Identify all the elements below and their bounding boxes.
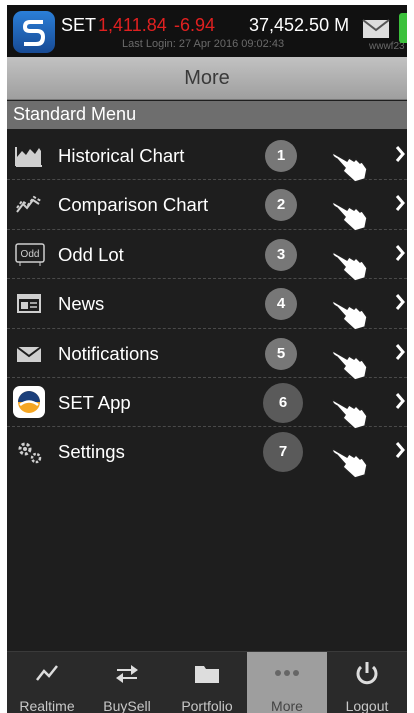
chevron-right-icon bbox=[395, 293, 405, 316]
more-dots-icon bbox=[273, 660, 301, 686]
nav-portfolio[interactable]: Portfolio bbox=[167, 652, 247, 713]
nav-label: Realtime bbox=[19, 698, 75, 713]
nav-buysell[interactable]: BuySell bbox=[87, 652, 167, 713]
standard-menu-list: Historical Chart 1 Comparison Chart 2 Od… bbox=[7, 131, 407, 480]
power-icon bbox=[353, 660, 381, 686]
menu-item-notifications[interactable]: Notifications 5 bbox=[7, 329, 407, 381]
nav-logout[interactable]: Logout bbox=[327, 652, 407, 713]
chevron-right-icon bbox=[395, 244, 405, 267]
nav-label: More bbox=[271, 698, 303, 713]
odd-lot-icon: Odd bbox=[15, 242, 45, 268]
menu-item-label: News bbox=[58, 293, 105, 315]
menu-item-label: Odd Lot bbox=[58, 243, 124, 265]
menu-item-label: Historical Chart bbox=[58, 145, 185, 166]
step-number-badge: 7 bbox=[263, 432, 303, 473]
user-id: wwwf23 bbox=[369, 41, 405, 52]
index-change: -6.94 bbox=[174, 15, 216, 35]
menu-item-label: Settings bbox=[58, 441, 125, 463]
nav-label: BuySell bbox=[103, 698, 151, 713]
menu-item-odd-lot[interactable]: Odd Odd Lot 3 bbox=[7, 230, 407, 282]
menu-item-settings[interactable]: Settings 7 bbox=[7, 427, 407, 480]
section-header: Standard Menu bbox=[7, 101, 407, 129]
folder-icon bbox=[193, 660, 221, 686]
menu-item-comparison-chart[interactable]: Comparison Chart 2 bbox=[7, 180, 407, 233]
page-title: More bbox=[184, 67, 230, 89]
chevron-right-icon bbox=[395, 145, 405, 168]
chevron-right-icon bbox=[395, 343, 405, 366]
step-number-badge: 6 bbox=[263, 382, 303, 423]
menu-item-label: Comparison Chart bbox=[58, 194, 209, 216]
nav-more[interactable]: More bbox=[247, 652, 327, 713]
swap-arrows-icon bbox=[113, 660, 141, 686]
chevron-right-icon bbox=[395, 194, 405, 217]
step-number-badge: 1 bbox=[265, 140, 297, 172]
market-status-bar: SET 1,411.84 -6.94 37,452.50 M Last Logi… bbox=[7, 5, 407, 57]
chevron-right-icon bbox=[395, 441, 405, 464]
app-screen: SET 1,411.84 -6.94 37,452.50 M Last Logi… bbox=[7, 5, 407, 713]
step-number-badge: 5 bbox=[265, 337, 297, 370]
bottom-nav: Realtime BuySell Portfolio More Logout bbox=[7, 651, 407, 713]
index-value: 1,411.84 bbox=[98, 15, 167, 35]
step-number-badge: 3 bbox=[265, 238, 297, 271]
envelope-icon bbox=[15, 341, 43, 367]
menu-item-news[interactable]: News 4 bbox=[7, 279, 407, 332]
title-bar: More bbox=[7, 57, 407, 100]
trade-volume: 37,452.50 M bbox=[249, 15, 350, 35]
step-number-badge: 2 bbox=[265, 189, 297, 222]
step-number-badge: 4 bbox=[265, 288, 297, 321]
gears-icon bbox=[15, 439, 43, 465]
menu-item-label: SET App bbox=[58, 391, 131, 413]
news-icon bbox=[15, 291, 43, 317]
last-login-text: Last Login: 27 Apr 2016 09:02:43 bbox=[122, 38, 285, 50]
exchange-label: SET bbox=[61, 15, 97, 35]
tap-hand-icon bbox=[329, 443, 371, 484]
chevron-right-icon bbox=[395, 392, 405, 415]
menu-item-historical-chart[interactable]: Historical Chart 1 bbox=[7, 131, 407, 183]
nav-label: Logout bbox=[345, 698, 389, 713]
set-app-icon bbox=[13, 385, 45, 418]
menu-item-set-app[interactable]: SET App 6 bbox=[7, 378, 407, 430]
menu-item-label: Notifications bbox=[58, 342, 159, 364]
nav-realtime[interactable]: Realtime bbox=[7, 652, 87, 713]
area-chart-icon bbox=[15, 143, 43, 169]
section-header-label: Standard Menu bbox=[13, 104, 137, 124]
comparison-chart-icon bbox=[15, 192, 43, 218]
line-chart-icon bbox=[33, 660, 61, 686]
nav-label: Portfolio bbox=[181, 698, 233, 713]
set-logo bbox=[13, 11, 55, 53]
odd-icon-text: Odd bbox=[21, 249, 40, 260]
battery-icon bbox=[399, 13, 407, 43]
